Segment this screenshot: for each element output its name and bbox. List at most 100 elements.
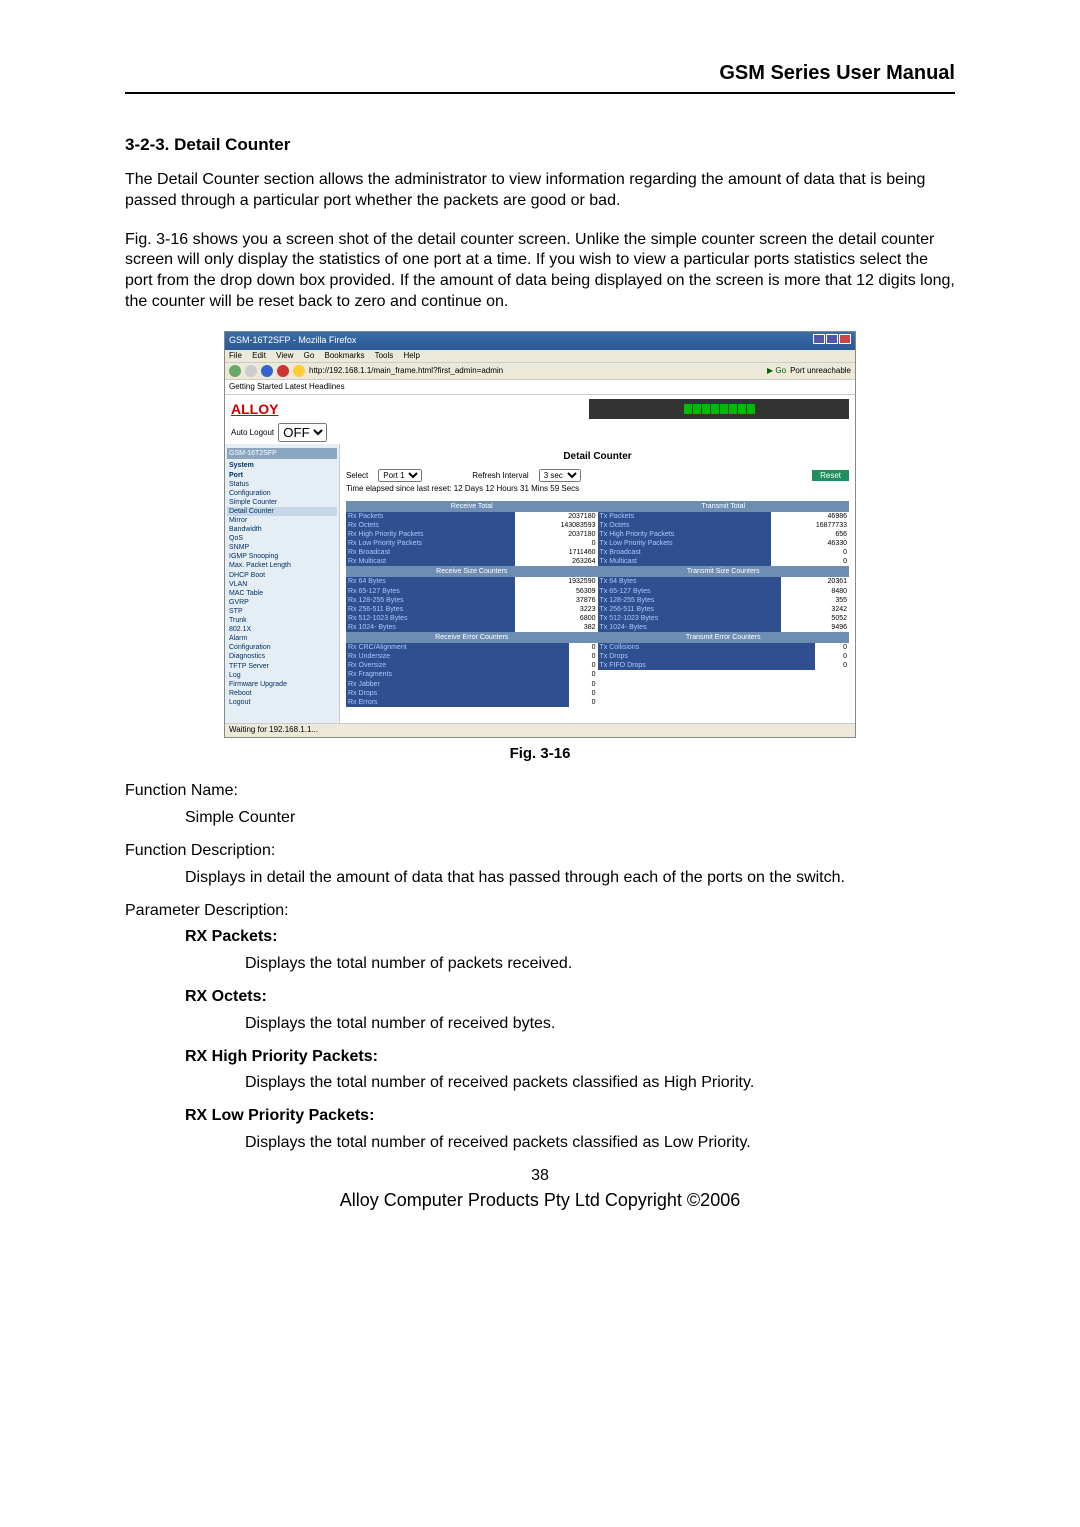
counter-value: 2037180 <box>515 530 598 539</box>
port-select[interactable]: Port 1 <box>378 469 422 482</box>
counter-group-header: Transmit Total <box>598 501 850 512</box>
menu-edit[interactable]: Edit <box>252 351 266 360</box>
counter-label: Rx 512-1023 Bytes <box>346 614 515 623</box>
sidebar-item[interactable]: DHCP Boot <box>227 571 337 580</box>
tab-portunreachable[interactable]: Port unreachable <box>790 366 851 376</box>
table-row: Tx Low Priority Packets46330 <box>598 539 850 548</box>
counter-label: Tx Octets <box>598 521 772 530</box>
stop-icon[interactable] <box>277 365 289 377</box>
page-title: Detail Counter <box>346 450 849 463</box>
table-row: Tx Octets16877733 <box>598 521 850 530</box>
table-row: Rx Broadcast1711460 <box>346 548 598 557</box>
sidebar-item[interactable]: Configuration <box>227 643 337 652</box>
sidebar-item[interactable]: Detail Counter <box>227 507 337 516</box>
counter-value: 56309 <box>515 587 598 596</box>
reset-button[interactable]: Reset <box>812 470 849 481</box>
menu-go[interactable]: Go <box>304 351 315 360</box>
counter-label: Tx Multicast <box>598 557 772 566</box>
window-controls[interactable] <box>812 334 851 348</box>
function-description-label: Function Description: <box>125 841 955 862</box>
counter-label: Rx Broadcast <box>346 548 515 557</box>
table-row: Rx 128-255 Bytes37876 <box>346 596 598 605</box>
menu-help[interactable]: Help <box>404 351 420 360</box>
function-name-label: Function Name: <box>125 781 955 802</box>
counter-value: 0 <box>569 698 597 707</box>
minimize-icon[interactable] <box>813 334 825 344</box>
refresh-label: Refresh Interval <box>472 471 528 481</box>
home-icon[interactable] <box>293 365 305 377</box>
forward-icon[interactable] <box>245 365 257 377</box>
counter-value: 0 <box>569 661 597 670</box>
sidebar-item[interactable]: Log <box>227 671 337 680</box>
counter-label: Tx 256-511 Bytes <box>598 605 781 614</box>
counter-value: 8480 <box>781 587 849 596</box>
back-icon[interactable] <box>229 365 241 377</box>
address-bar[interactable]: http://192.168.1.1/main_frame.html?first… <box>309 366 763 376</box>
table-row: Rx Packets2037180 <box>346 512 598 521</box>
close-icon[interactable] <box>839 334 851 344</box>
sidebar-item[interactable]: GVRP <box>227 598 337 607</box>
sidebar-item[interactable]: VLAN <box>227 580 337 589</box>
sidebar-group[interactable]: Port <box>227 471 337 480</box>
sidebar-item[interactable]: QoS <box>227 534 337 543</box>
param-label: RX High Priority Packets: <box>185 1047 955 1068</box>
window-titlebar: GSM-16T2SFP - Mozilla Firefox <box>225 332 855 350</box>
bookmarks-bar[interactable]: Getting Started Latest Headlines <box>225 380 855 395</box>
go-button[interactable]: ▶ Go <box>767 366 786 376</box>
sidebar-item[interactable]: Firmware Upgrade <box>227 680 337 689</box>
sidebar-item[interactable]: Simple Counter <box>227 498 337 507</box>
counter-table: Rx Packets2037180Rx Octets143083593Rx Hi… <box>346 512 598 567</box>
sidebar-item[interactable]: Logout <box>227 698 337 707</box>
auto-logout-label: Auto Logout <box>231 428 274 438</box>
counter-value: 0 <box>771 548 849 557</box>
counter-label: Rx Errors <box>346 698 569 707</box>
refresh-select[interactable]: 3 sec <box>539 469 581 482</box>
browser-menubar[interactable]: File Edit View Go Bookmarks Tools Help <box>225 350 855 363</box>
sidebar-item[interactable]: STP <box>227 607 337 616</box>
counter-table: Tx 64 Bytes20361Tx 65-127 Bytes8480Tx 12… <box>598 577 850 632</box>
sidebar-item[interactable]: Trunk <box>227 616 337 625</box>
intro-paragraph-2: Fig. 3-16 shows you a screen shot of the… <box>125 230 955 313</box>
counter-value: 355 <box>781 596 849 605</box>
menu-tools[interactable]: Tools <box>375 351 394 360</box>
sidebar-item[interactable]: SNMP <box>227 543 337 552</box>
function-name-value: Simple Counter <box>185 808 955 829</box>
sidebar-item[interactable]: Status <box>227 480 337 489</box>
counter-label: Rx 65-127 Bytes <box>346 587 515 596</box>
table-row: Tx High Priority Packets656 <box>598 530 850 539</box>
sidebar-item[interactable]: Diagnostics <box>227 652 337 661</box>
sidebar-item[interactable]: Max. Packet Length <box>227 561 337 570</box>
counter-table: Tx Packets46986Tx Octets16877733Tx High … <box>598 512 850 567</box>
counter-value: 0 <box>815 643 849 652</box>
sidebar-item[interactable]: TFTP Server <box>227 662 337 671</box>
select-label: Select <box>346 471 368 481</box>
sidebar-group[interactable]: System <box>227 461 337 470</box>
counter-value: 9496 <box>781 623 849 632</box>
maximize-icon[interactable] <box>826 334 838 344</box>
counter-table: Rx 64 Bytes1932590Rx 65-127 Bytes56309Rx… <box>346 577 598 632</box>
sidebar-item[interactable]: 802.1X <box>227 625 337 634</box>
table-row: Tx 128-255 Bytes355 <box>598 596 850 605</box>
sidebar-item[interactable]: Mirror <box>227 516 337 525</box>
menu-bookmarks[interactable]: Bookmarks <box>325 351 365 360</box>
counter-label: Rx Packets <box>346 512 515 521</box>
figure-caption: Fig. 3-16 <box>125 744 955 764</box>
auto-logout-select[interactable]: OFF <box>278 423 327 442</box>
sidebar-item[interactable]: Bandwidth <box>227 525 337 534</box>
counter-label: Rx 128-255 Bytes <box>346 596 515 605</box>
reload-icon[interactable] <box>261 365 273 377</box>
menu-view[interactable]: View <box>276 351 293 360</box>
menu-file[interactable]: File <box>229 351 242 360</box>
counter-table: Tx Collisions0Tx Drops0Tx FIFO Drops0 <box>598 643 850 670</box>
nav-sidebar[interactable]: GSM-16T2SFPSystemPortStatusConfiguration… <box>225 444 340 723</box>
sidebar-item[interactable]: Alarm <box>227 634 337 643</box>
sidebar-item[interactable]: Configuration <box>227 489 337 498</box>
counter-value: 6800 <box>515 614 598 623</box>
sidebar-item[interactable]: Reboot <box>227 689 337 698</box>
counter-value: 263264 <box>515 557 598 566</box>
counter-label: Tx 1024- Bytes <box>598 623 781 632</box>
sidebar-item[interactable]: MAC Table <box>227 589 337 598</box>
sidebar-item[interactable]: IGMP Snooping <box>227 552 337 561</box>
counter-label: Rx Drops <box>346 689 569 698</box>
table-row: Rx Undersize0 <box>346 652 598 661</box>
